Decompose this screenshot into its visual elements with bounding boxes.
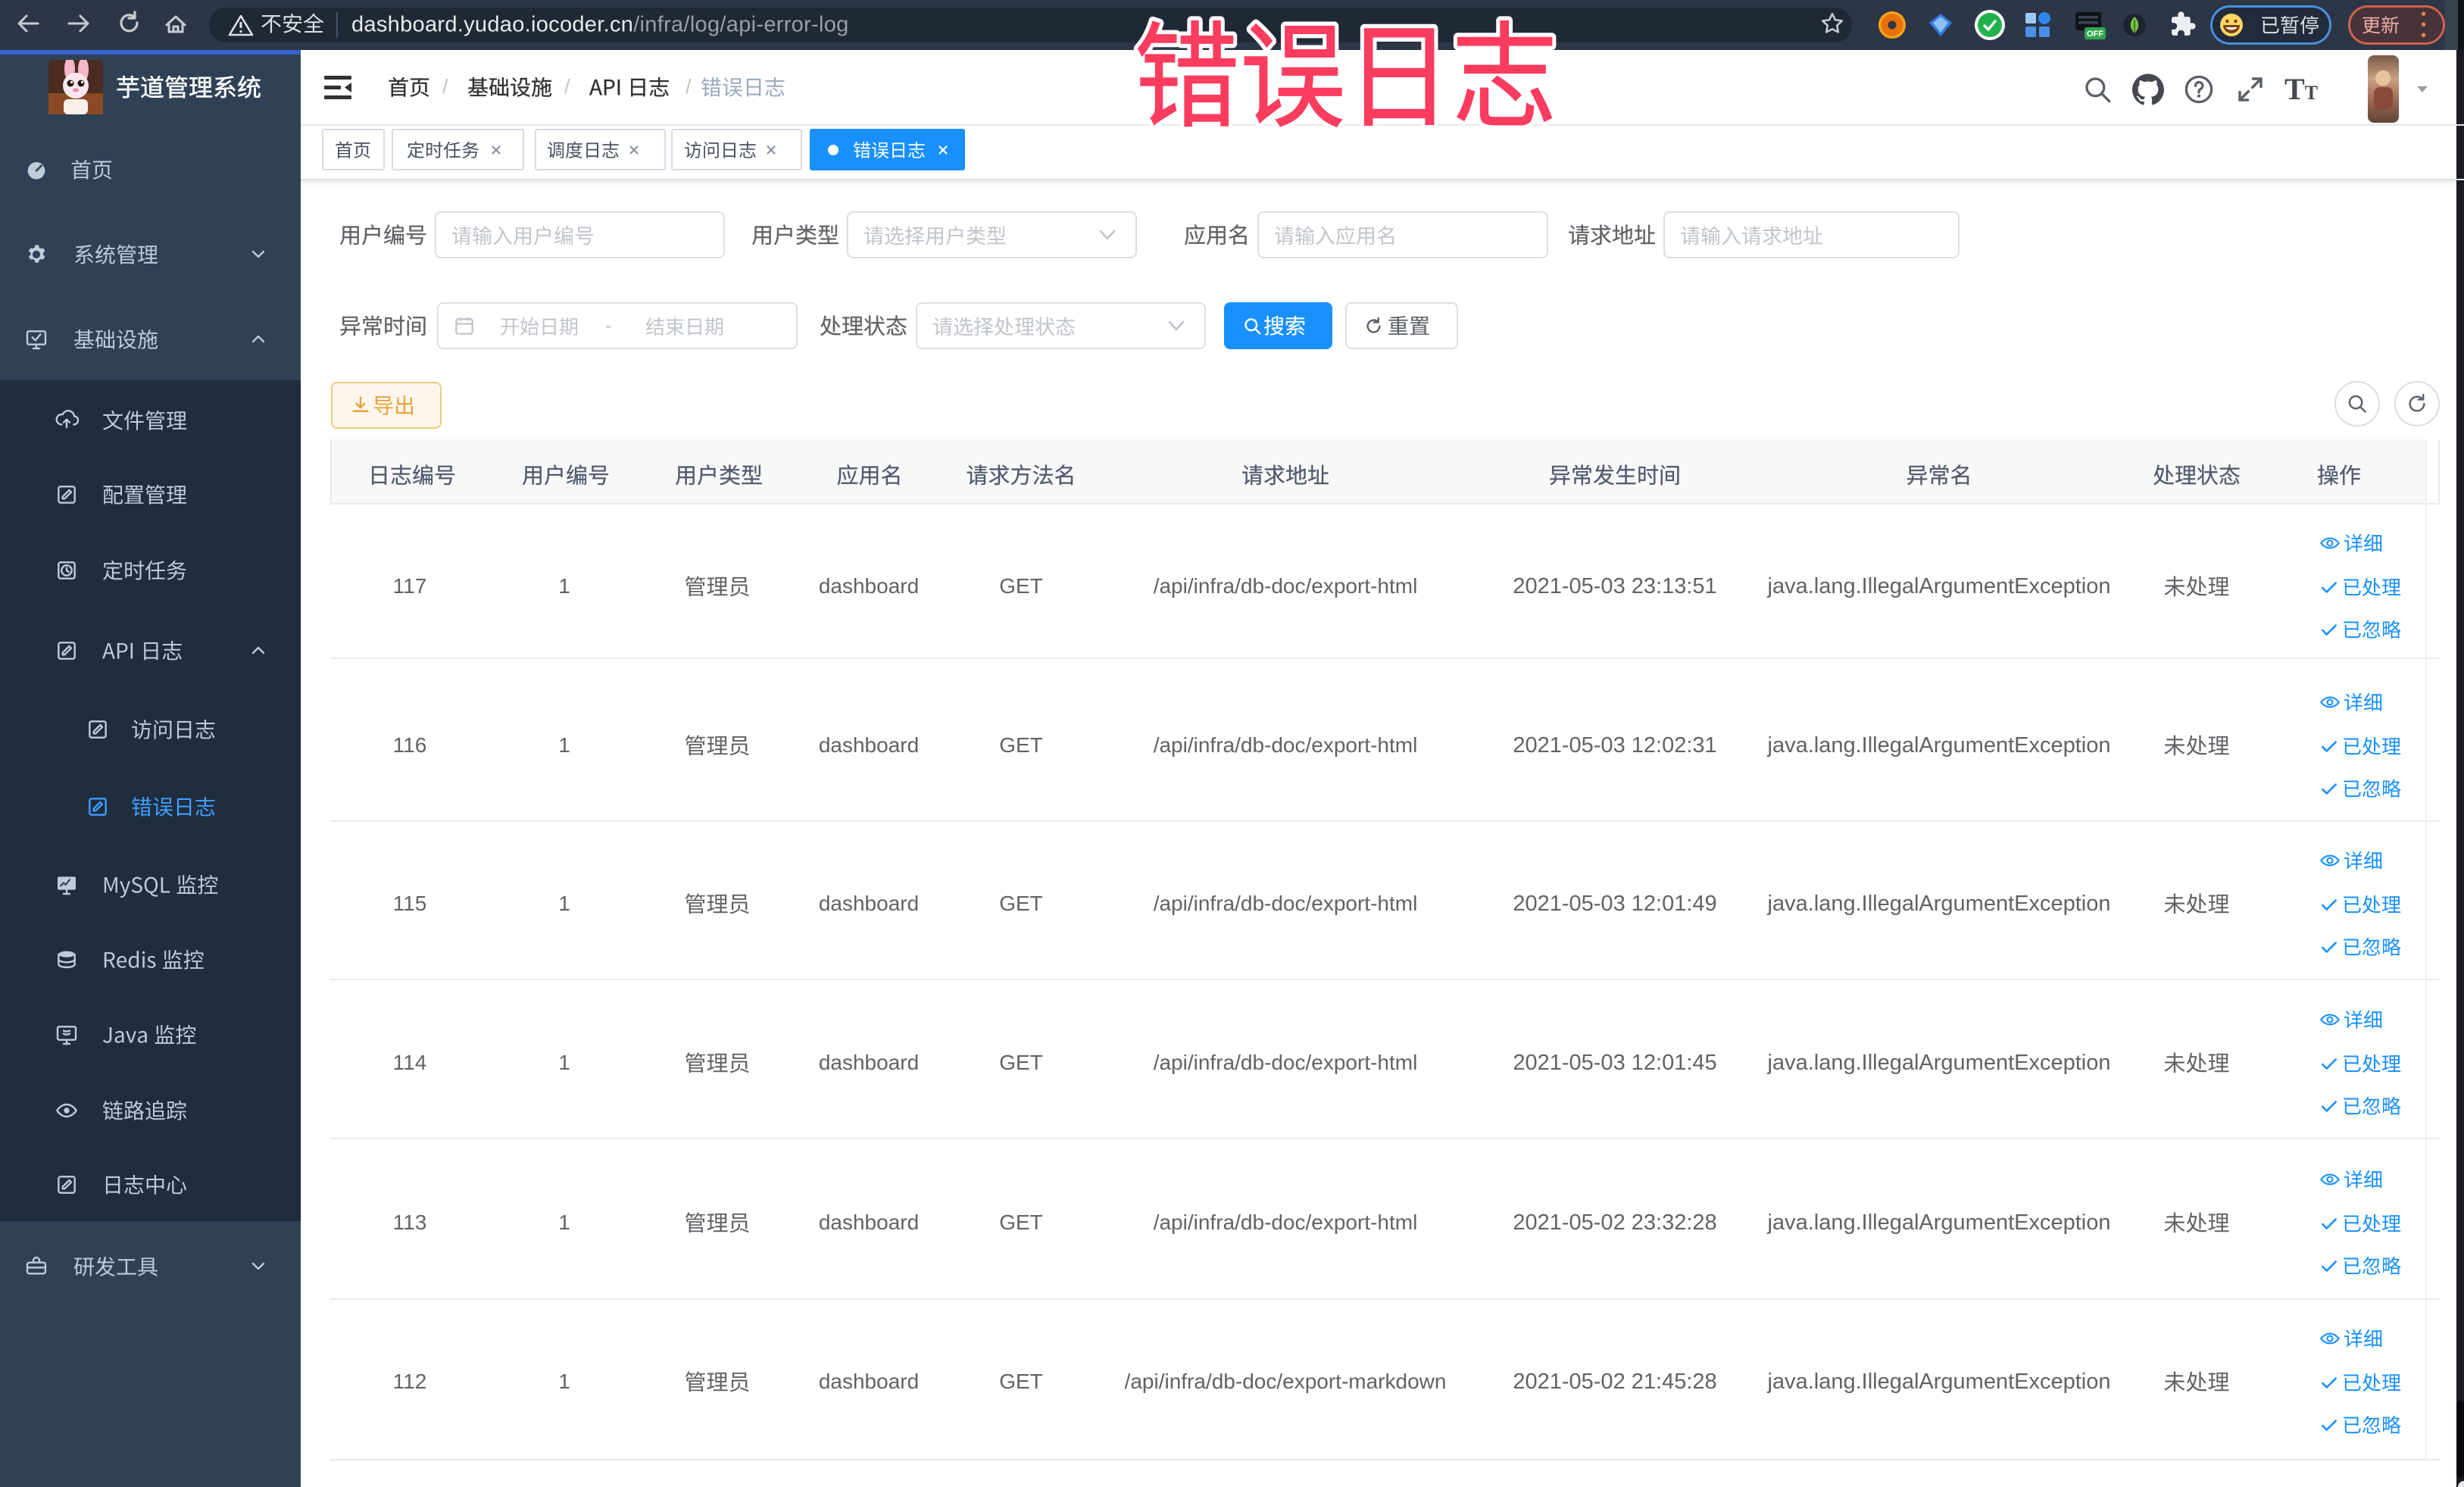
svg-text:OFF: OFF — [2087, 30, 2103, 39]
